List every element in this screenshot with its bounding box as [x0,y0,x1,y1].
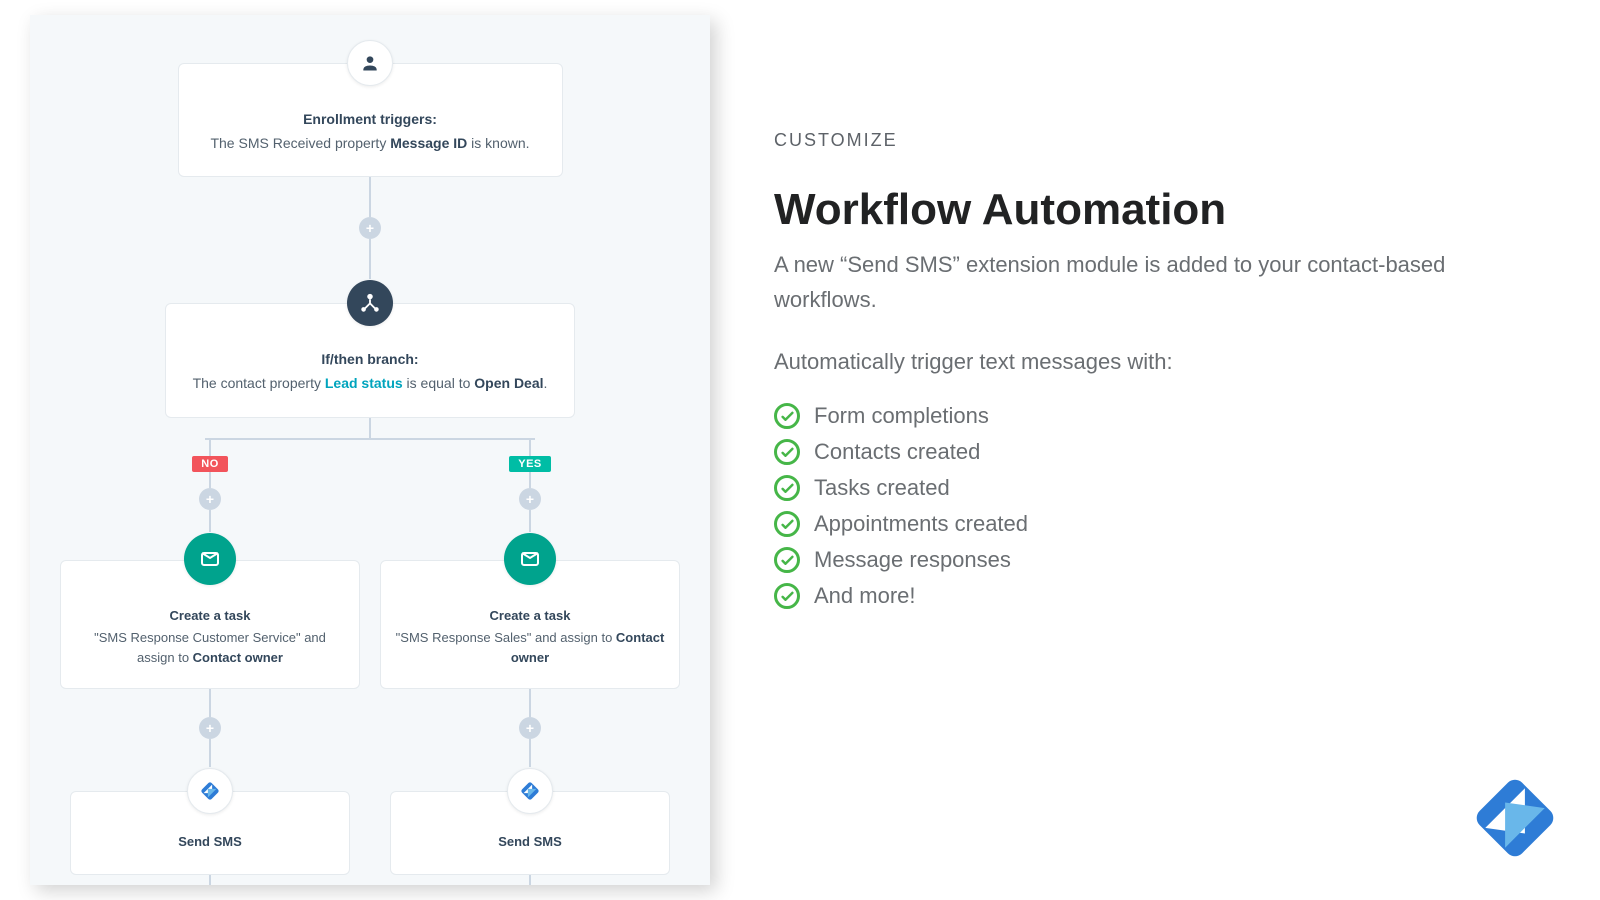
sms-icon [187,768,233,814]
enrollment-desc: The SMS Received property Message ID is … [201,133,540,155]
check-icon [774,439,800,465]
branch-yes-column: YES + Create a task "SMS Response Sales"… [370,438,690,885]
add-node-icon[interactable]: + [519,717,541,739]
task-yes-desc: "SMS Response Sales" and assign to Conta… [395,628,665,668]
person-icon [347,40,393,86]
add-node-icon[interactable]: + [519,488,541,510]
check-icon [774,583,800,609]
list-item: Tasks created [774,475,1560,501]
list-item: Message responses [774,547,1560,573]
check-icon [774,511,800,537]
add-node-icon[interactable]: + [359,217,381,239]
branch-icon [347,280,393,326]
branch-yes-label: YES [509,456,551,472]
branch-desc: The contact property Lead status is equa… [188,373,552,395]
list-item: And more! [774,583,1560,609]
check-icon [774,547,800,573]
connector [369,418,371,438]
task-no-card[interactable]: Create a task "SMS Response Customer Ser… [60,560,360,689]
branch-title: If/then branch: [188,349,552,371]
workflow-diagram: Enrollment triggers: The SMS Received pr… [30,15,710,885]
branch-no-label: NO [192,456,228,472]
send-sms-no-card[interactable]: Send SMS [70,791,350,875]
send-sms-yes-card[interactable]: Send SMS [390,791,670,875]
list-item: Contacts created [774,439,1560,465]
lead-text: Automatically trigger text messages with… [774,349,1560,375]
task-no-title: Create a task [75,606,345,626]
task-icon [504,533,556,585]
send-sms-yes-title: Send SMS [405,832,655,852]
connector [369,239,371,279]
subhead: A new “Send SMS” extension module is add… [774,247,1554,317]
task-yes-card[interactable]: Create a task "SMS Response Sales" and a… [380,560,680,689]
list-item: Appointments created [774,511,1560,537]
branch-no-column: NO + Create a task "SMS Response Custome… [50,438,370,885]
list-item: Form completions [774,403,1560,429]
check-icon [774,475,800,501]
enrollment-title: Enrollment triggers: [201,109,540,131]
enrollment-card[interactable]: Enrollment triggers: The SMS Received pr… [178,63,563,177]
brand-logo-icon [1465,768,1565,868]
connector [369,177,371,217]
feature-list: Form completions Contacts created Tasks … [774,403,1560,609]
eyebrow: CUSTOMIZE [774,130,1560,151]
check-icon [774,403,800,429]
sms-icon [507,768,553,814]
add-node-icon[interactable]: + [199,717,221,739]
page-title: Workflow Automation [774,185,1560,235]
task-icon [184,533,236,585]
task-yes-title: Create a task [395,606,665,626]
send-sms-no-title: Send SMS [85,832,335,852]
branch-split: NO + Create a task "SMS Response Custome… [40,438,700,885]
content-panel: CUSTOMIZE Workflow Automation A new “Sen… [710,0,1600,900]
task-no-desc: "SMS Response Customer Service" and assi… [75,628,345,668]
add-node-icon[interactable]: + [199,488,221,510]
branch-card[interactable]: If/then branch: The contact property Lea… [165,303,575,417]
